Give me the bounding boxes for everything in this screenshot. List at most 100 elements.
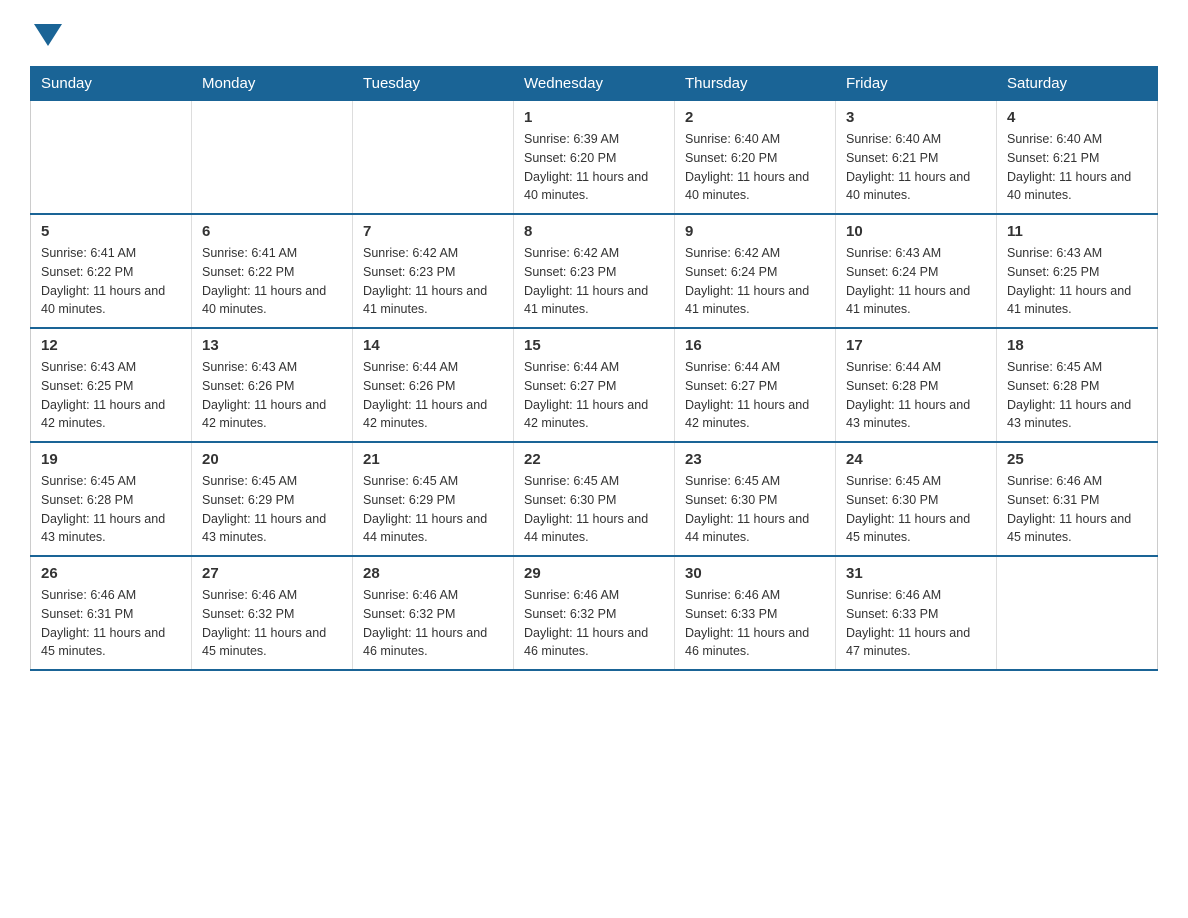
day-info: Sunrise: 6:46 AMSunset: 6:32 PMDaylight:… (524, 586, 664, 661)
calendar-week-row: 26Sunrise: 6:46 AMSunset: 6:31 PMDayligh… (31, 556, 1158, 670)
table-row: 24 Sunrise: 6:45 AMSunset: 6:30 PMDayligh… (836, 442, 997, 556)
day-info: Sunrise: 6:39 AMSunset: 6:20 PMDaylight:… (524, 130, 664, 205)
table-row (997, 556, 1158, 670)
table-row: 13Sunrise: 6:43 AMSunset: 6:26 PMDayligh… (192, 328, 353, 442)
day-info: Sunrise: 6:45 AMSunset: 6:30 PMDaylight:… (524, 472, 664, 547)
day-number: 26 (41, 565, 181, 582)
table-row: 10 Sunrise: 6:43 AMSunset: 6:24 PMDayligh… (836, 214, 997, 328)
day-number: 19 (41, 451, 181, 468)
day-number: 3 (846, 109, 986, 126)
logo-arrow-icon (34, 24, 62, 46)
day-number: 13 (202, 337, 342, 354)
day-info: Sunrise: 6:42 AMSunset: 6:23 PMDaylight:… (363, 244, 503, 319)
day-number: 29 (524, 565, 664, 582)
day-number: 28 (363, 565, 503, 582)
table-row: 23 Sunrise: 6:45 AMSunset: 6:30 PMDayligh… (675, 442, 836, 556)
table-row: 20 Sunrise: 6:45 AMSunset: 6:29 PMDayligh… (192, 442, 353, 556)
day-number: 27 (202, 565, 342, 582)
day-info: Sunrise: 6:41 AMSunset: 6:22 PMDaylight:… (202, 244, 342, 319)
table-row (31, 101, 192, 215)
calendar-week-row: 12 Sunrise: 6:43 AMSunset: 6:25 PMDayligh… (31, 328, 1158, 442)
day-number: 24 (846, 451, 986, 468)
col-saturday: Saturday (997, 67, 1158, 101)
table-row: 3 Sunrise: 6:40 AMSunset: 6:21 PMDaylight… (836, 101, 997, 215)
table-row: 26Sunrise: 6:46 AMSunset: 6:31 PMDayligh… (31, 556, 192, 670)
day-number: 12 (41, 337, 181, 354)
table-row: 11 Sunrise: 6:43 AMSunset: 6:25 PMDayligh… (997, 214, 1158, 328)
day-info: Sunrise: 6:46 AMSunset: 6:33 PMDaylight:… (685, 586, 825, 661)
table-row: 9 Sunrise: 6:42 AMSunset: 6:24 PMDaylight… (675, 214, 836, 328)
day-info: Sunrise: 6:44 AMSunset: 6:26 PMDaylight:… (363, 358, 503, 433)
day-number: 23 (685, 451, 825, 468)
table-row: 1 Sunrise: 6:39 AMSunset: 6:20 PMDaylight… (514, 101, 675, 215)
day-number: 10 (846, 223, 986, 240)
table-row: 8 Sunrise: 6:42 AMSunset: 6:23 PMDaylight… (514, 214, 675, 328)
day-number: 7 (363, 223, 503, 240)
table-row: 27Sunrise: 6:46 AMSunset: 6:32 PMDayligh… (192, 556, 353, 670)
col-thursday: Thursday (675, 67, 836, 101)
table-row: 21Sunrise: 6:45 AMSunset: 6:29 PMDayligh… (353, 442, 514, 556)
table-row: 15 Sunrise: 6:44 AMSunset: 6:27 PMDayligh… (514, 328, 675, 442)
day-info: Sunrise: 6:40 AMSunset: 6:21 PMDaylight:… (846, 130, 986, 205)
day-info: Sunrise: 6:40 AMSunset: 6:20 PMDaylight:… (685, 130, 825, 205)
day-number: 15 (524, 337, 664, 354)
day-info: Sunrise: 6:44 AMSunset: 6:27 PMDaylight:… (685, 358, 825, 433)
day-info: Sunrise: 6:42 AMSunset: 6:23 PMDaylight:… (524, 244, 664, 319)
col-tuesday: Tuesday (353, 67, 514, 101)
table-row: 6Sunrise: 6:41 AMSunset: 6:22 PMDaylight… (192, 214, 353, 328)
table-row (192, 101, 353, 215)
table-row: 28 Sunrise: 6:46 AMSunset: 6:32 PMDayligh… (353, 556, 514, 670)
table-row: 30 Sunrise: 6:46 AMSunset: 6:33 PMDayligh… (675, 556, 836, 670)
day-number: 2 (685, 109, 825, 126)
day-info: Sunrise: 6:46 AMSunset: 6:32 PMDaylight:… (363, 586, 503, 661)
day-number: 11 (1007, 223, 1147, 240)
col-friday: Friday (836, 67, 997, 101)
day-number: 16 (685, 337, 825, 354)
day-info: Sunrise: 6:45 AMSunset: 6:29 PMDaylight:… (363, 472, 503, 547)
table-row: 22 Sunrise: 6:45 AMSunset: 6:30 PMDayligh… (514, 442, 675, 556)
day-number: 20 (202, 451, 342, 468)
day-number: 22 (524, 451, 664, 468)
day-info: Sunrise: 6:45 AMSunset: 6:28 PMDaylight:… (1007, 358, 1147, 433)
day-info: Sunrise: 6:41 AMSunset: 6:22 PMDaylight:… (41, 244, 181, 319)
day-info: Sunrise: 6:42 AMSunset: 6:24 PMDaylight:… (685, 244, 825, 319)
calendar-week-row: 5 Sunrise: 6:41 AMSunset: 6:22 PMDaylight… (31, 214, 1158, 328)
day-number: 17 (846, 337, 986, 354)
day-info: Sunrise: 6:45 AMSunset: 6:29 PMDaylight:… (202, 472, 342, 547)
day-number: 4 (1007, 109, 1147, 126)
table-row: 7 Sunrise: 6:42 AMSunset: 6:23 PMDaylight… (353, 214, 514, 328)
table-row: 4 Sunrise: 6:40 AMSunset: 6:21 PMDaylight… (997, 101, 1158, 215)
day-info: Sunrise: 6:43 AMSunset: 6:24 PMDaylight:… (846, 244, 986, 319)
col-monday: Monday (192, 67, 353, 101)
table-row (353, 101, 514, 215)
table-row: 14 Sunrise: 6:44 AMSunset: 6:26 PMDayligh… (353, 328, 514, 442)
day-info: Sunrise: 6:45 AMSunset: 6:30 PMDaylight:… (846, 472, 986, 547)
day-number: 30 (685, 565, 825, 582)
day-info: Sunrise: 6:45 AMSunset: 6:30 PMDaylight:… (685, 472, 825, 547)
table-row: 19Sunrise: 6:45 AMSunset: 6:28 PMDayligh… (31, 442, 192, 556)
day-number: 5 (41, 223, 181, 240)
col-sunday: Sunday (31, 67, 192, 101)
day-info: Sunrise: 6:44 AMSunset: 6:28 PMDaylight:… (846, 358, 986, 433)
day-info: Sunrise: 6:44 AMSunset: 6:27 PMDaylight:… (524, 358, 664, 433)
day-info: Sunrise: 6:40 AMSunset: 6:21 PMDaylight:… (1007, 130, 1147, 205)
table-row: 2 Sunrise: 6:40 AMSunset: 6:20 PMDaylight… (675, 101, 836, 215)
day-number: 25 (1007, 451, 1147, 468)
table-row: 17 Sunrise: 6:44 AMSunset: 6:28 PMDayligh… (836, 328, 997, 442)
table-row: 5 Sunrise: 6:41 AMSunset: 6:22 PMDaylight… (31, 214, 192, 328)
table-row: 29 Sunrise: 6:46 AMSunset: 6:32 PMDayligh… (514, 556, 675, 670)
table-row: 12 Sunrise: 6:43 AMSunset: 6:25 PMDayligh… (31, 328, 192, 442)
day-number: 9 (685, 223, 825, 240)
day-info: Sunrise: 6:43 AMSunset: 6:25 PMDaylight:… (1007, 244, 1147, 319)
day-number: 1 (524, 109, 664, 126)
page-header (30, 20, 1158, 46)
calendar-week-row: 19Sunrise: 6:45 AMSunset: 6:28 PMDayligh… (31, 442, 1158, 556)
calendar-table: Sunday Monday Tuesday Wednesday Thursday… (30, 66, 1158, 671)
calendar-header-row: Sunday Monday Tuesday Wednesday Thursday… (31, 67, 1158, 101)
day-number: 14 (363, 337, 503, 354)
table-row: 16 Sunrise: 6:44 AMSunset: 6:27 PMDayligh… (675, 328, 836, 442)
day-number: 8 (524, 223, 664, 240)
day-number: 18 (1007, 337, 1147, 354)
day-info: Sunrise: 6:43 AMSunset: 6:25 PMDaylight:… (41, 358, 181, 433)
col-wednesday: Wednesday (514, 67, 675, 101)
